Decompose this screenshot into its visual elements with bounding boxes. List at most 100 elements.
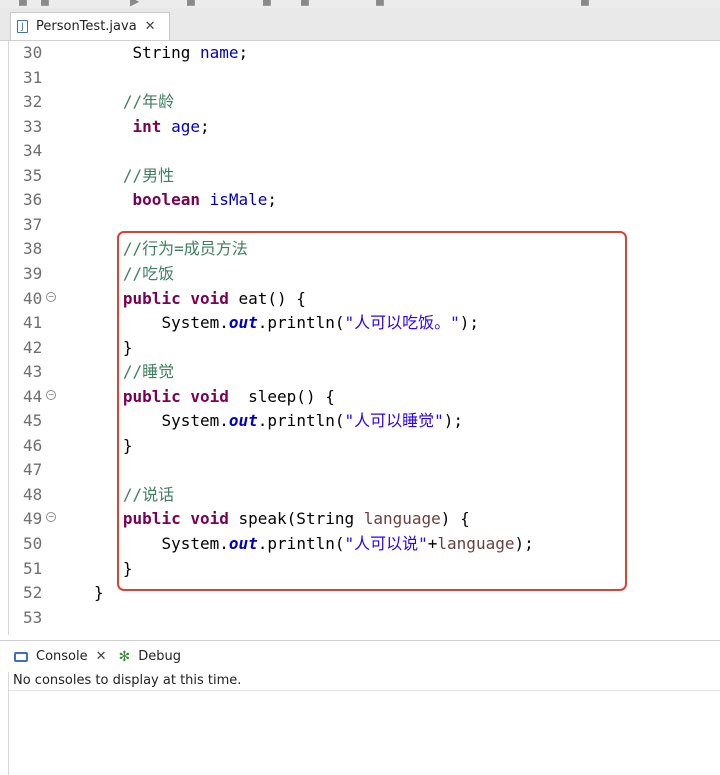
- collapse-minus-icon[interactable]: −: [46, 512, 56, 523]
- code-line[interactable]: 38 //行为=成员方法: [9, 237, 720, 261]
- editor-tab-persontest[interactable]: J PersonTest.java ✕: [10, 12, 170, 40]
- line-number: 39: [23, 263, 43, 283]
- code-line[interactable]: 30 String name;: [9, 41, 720, 65]
- java-file-icon: J: [17, 20, 28, 33]
- tab-debug-label: Debug: [138, 649, 182, 664]
- collapse-minus-icon[interactable]: −: [46, 291, 56, 302]
- line-number: 49: [23, 509, 43, 529]
- code-line[interactable]: 32 //年龄: [9, 90, 720, 114]
- code-line[interactable]: 47: [9, 458, 720, 482]
- code-token: );: [514, 534, 534, 553]
- close-icon[interactable]: ✕: [96, 649, 107, 664]
- code-text: System.out.println("人可以吃饭。");: [94, 311, 479, 335]
- toolbar-icon[interactable]: ◼: [186, 0, 196, 8]
- code-line[interactable]: 52}: [9, 581, 720, 605]
- code-token: );: [459, 313, 480, 333]
- close-icon[interactable]: ✕: [145, 19, 156, 34]
- code-token: language: [437, 534, 515, 553]
- code-text: //说话: [94, 483, 174, 507]
- code-token: public: [122, 288, 181, 308]
- code-line[interactable]: 33 int age;: [9, 115, 720, 139]
- tab-console-label: Console: [36, 649, 88, 664]
- code-line[interactable]: 46 }: [9, 434, 720, 458]
- code-token: int: [132, 116, 162, 136]
- code-token: sleep() {: [228, 386, 335, 406]
- line-number: 37: [23, 214, 43, 234]
- code-token: .println(: [257, 534, 345, 553]
- code-token: language: [363, 509, 441, 529]
- tab-debug[interactable]: ✻ Debug: [119, 649, 182, 665]
- code-line[interactable]: 36 boolean isMale;: [9, 188, 720, 212]
- code-line[interactable]: 48 //说话: [9, 483, 720, 507]
- code-line[interactable]: 43 //睡觉: [9, 360, 720, 384]
- code-token: ;: [238, 43, 249, 62]
- code-text: }: [94, 557, 133, 581]
- line-number: 40: [23, 288, 43, 308]
- code-text: //吃饭: [94, 262, 174, 286]
- toolbar-icon[interactable]: ◼: [40, 0, 50, 8]
- toolbar-icon[interactable]: ◼: [262, 0, 272, 8]
- toolbar-icon[interactable]: ◼: [580, 0, 590, 8]
- code-text: String name;: [94, 41, 249, 65]
- code-text: System.out.println("人可以说"+language);: [94, 532, 534, 556]
- code-line[interactable]: 50 System.out.println("人可以说"+language);: [9, 532, 720, 556]
- code-text: public void eat() {: [94, 287, 306, 311]
- run-icon[interactable]: ▶: [130, 0, 139, 8]
- console-area[interactable]: No consoles to display at this time.: [8, 672, 720, 775]
- line-number: 46: [23, 435, 43, 455]
- toolbar: ◼ ◼ ▶ ◼ ◼ ◼ ◼ ◼: [0, 0, 720, 8]
- line-number: 31: [23, 67, 43, 87]
- code-token: //年龄: [122, 92, 175, 112]
- code-line[interactable]: 40− public void eat() {: [9, 287, 720, 311]
- tab-console[interactable]: Console ✕: [14, 649, 107, 664]
- line-number: 36: [23, 190, 43, 210]
- code-line[interactable]: 35 //男性: [9, 164, 720, 188]
- code-line[interactable]: 41 System.out.println("人可以吃饭。");: [9, 311, 720, 335]
- code-token: out: [228, 313, 258, 333]
- code-token: System.: [161, 313, 229, 333]
- code-line[interactable]: 34: [9, 139, 720, 163]
- line-number: 30: [23, 43, 43, 62]
- code-line[interactable]: 44− public void sleep() {: [9, 385, 720, 409]
- code-line[interactable]: 39 //吃饭: [9, 262, 720, 286]
- collapse-minus-icon[interactable]: −: [46, 389, 56, 400]
- code-line[interactable]: 53: [9, 606, 720, 630]
- code-token: ;: [199, 116, 210, 136]
- code-token: }: [122, 558, 133, 578]
- line-number: 48: [23, 484, 43, 504]
- code-line[interactable]: 45 System.out.println("人可以睡觉");: [9, 409, 720, 433]
- bug-icon: ✻: [118, 648, 131, 665]
- code-line[interactable]: 51 }: [9, 557, 720, 581]
- toolbar-icon[interactable]: ◼: [300, 0, 310, 8]
- code-text: public void sleep() {: [94, 385, 335, 409]
- line-number: 50: [23, 534, 43, 553]
- divider: [9, 690, 720, 691]
- code-text: //行为=成员方法: [94, 237, 248, 261]
- line-number: 34: [23, 141, 43, 161]
- editor-tab-label: PersonTest.java: [36, 19, 137, 34]
- code-line[interactable]: 42 }: [9, 336, 720, 360]
- code-line[interactable]: 31: [9, 66, 720, 90]
- code-editor[interactable]: 30 String name; 31 32 //年龄 33 int age; 34 35 …: [8, 41, 720, 635]
- toolbar-icon[interactable]: ◼: [18, 0, 28, 8]
- line-number: 44: [23, 386, 43, 406]
- code-token: String: [132, 43, 200, 62]
- code-line[interactable]: 49− public void speak(String language) {: [9, 507, 720, 531]
- code-token: .println(: [257, 313, 345, 333]
- code-line[interactable]: 37: [9, 213, 720, 237]
- toolbar-icon[interactable]: ◼: [375, 0, 385, 8]
